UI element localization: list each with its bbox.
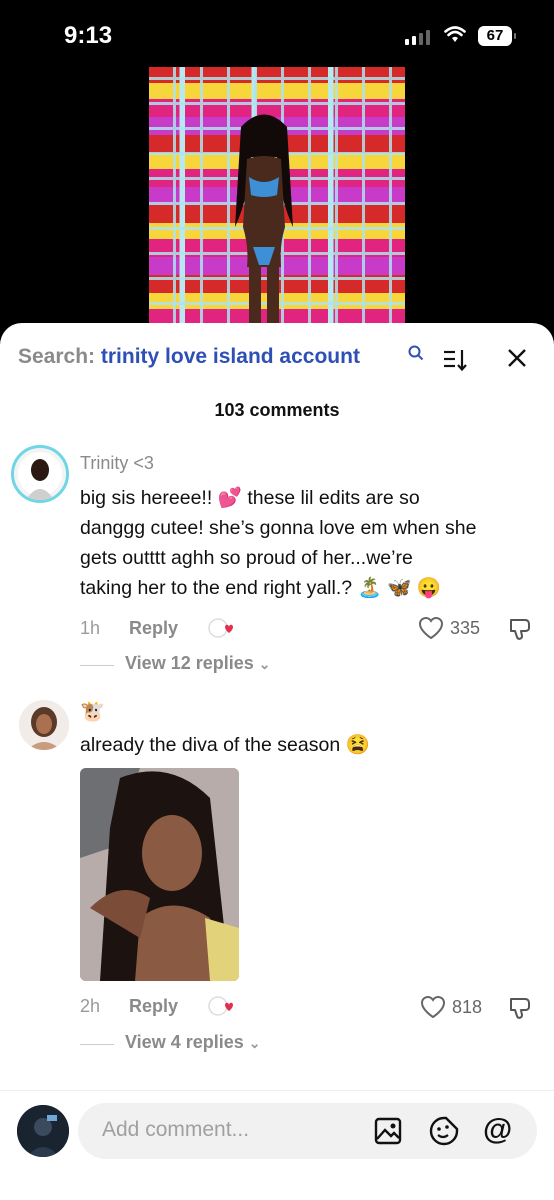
replies-divider — [80, 1044, 114, 1045]
view-replies-button[interactable]: View 12 replies ⌄ — [125, 653, 271, 674]
replies-divider — [80, 665, 114, 666]
video-figure — [235, 114, 293, 327]
comment-meta: 2h Reply — [80, 996, 178, 1017]
battery-indicator: 67 — [478, 26, 516, 46]
video-preview[interactable] — [149, 67, 405, 327]
search-suggestion[interactable]: Search: trinity love island account — [18, 345, 360, 369]
comment-text: already the diva of the season 😫 — [80, 734, 370, 756]
mention-icon[interactable]: @ — [483, 1113, 512, 1147]
comments-count: 103 comments — [214, 400, 340, 420]
dislike-icon[interactable] — [508, 616, 532, 642]
comment-username[interactable]: Trinity <3 — [80, 453, 154, 474]
comment-line: big sis hereee!! 💕 these lil edits are s… — [80, 487, 420, 509]
comment-composer: @ — [0, 1090, 554, 1200]
avatar[interactable] — [19, 700, 69, 750]
my-avatar[interactable] — [17, 1105, 69, 1157]
search-prefix: Search: — [18, 345, 96, 368]
comment-meta: 1h Reply — [80, 618, 178, 639]
search-query[interactable]: trinity love island account — [101, 345, 360, 368]
view-replies-label: View 12 replies — [125, 653, 254, 673]
view-replies-button[interactable]: View 4 replies ⌄ — [125, 1032, 261, 1053]
comment-username[interactable]: 🐮 — [80, 699, 105, 724]
chevron-down-icon: ⌄ — [248, 1035, 261, 1051]
like-heart-icon[interactable] — [420, 995, 446, 1019]
reply-button[interactable]: Reply — [129, 618, 178, 638]
close-icon[interactable] — [506, 347, 528, 369]
creator-heart-icon — [208, 618, 233, 638]
reply-button[interactable]: Reply — [129, 996, 178, 1016]
image-icon[interactable] — [374, 1117, 402, 1145]
comment-time: 1h — [80, 618, 101, 638]
avatar[interactable] — [11, 445, 69, 503]
comment-line: danggg cutee! she’s gonna love em when s… — [80, 517, 477, 539]
sort-icon[interactable] — [443, 349, 467, 371]
like-heart-icon[interactable] — [418, 616, 444, 640]
like-count: 335 — [450, 618, 481, 638]
comment-text: big sis hereee!! 💕 these lil edits are s… — [80, 483, 550, 603]
comment-time: 2h — [80, 996, 101, 1016]
view-replies-label: View 4 replies — [125, 1032, 244, 1052]
signal-icon — [405, 30, 430, 45]
search-icon[interactable] — [408, 345, 424, 361]
emoji-sticker-icon[interactable] — [429, 1116, 459, 1146]
wifi-icon — [444, 26, 466, 42]
status-bar: 9:13 67 — [0, 0, 554, 70]
comment-photo[interactable] — [80, 768, 239, 981]
dislike-icon[interactable] — [508, 995, 532, 1021]
comment-input-container[interactable]: @ — [78, 1103, 537, 1159]
comment-line: taking her to the end right yall.? 🏝️ 🦋 … — [80, 577, 442, 599]
creator-heart-icon — [208, 996, 233, 1016]
chevron-down-icon: ⌄ — [258, 656, 271, 672]
comment-line: gets outttt aghh so proud of her...we’re — [80, 547, 413, 569]
like-count: 818 — [452, 997, 483, 1017]
comments-sheet: Search: trinity love island account 103 … — [0, 323, 554, 1200]
comment-input[interactable] — [100, 1117, 364, 1143]
status-time: 9:13 — [64, 22, 113, 49]
